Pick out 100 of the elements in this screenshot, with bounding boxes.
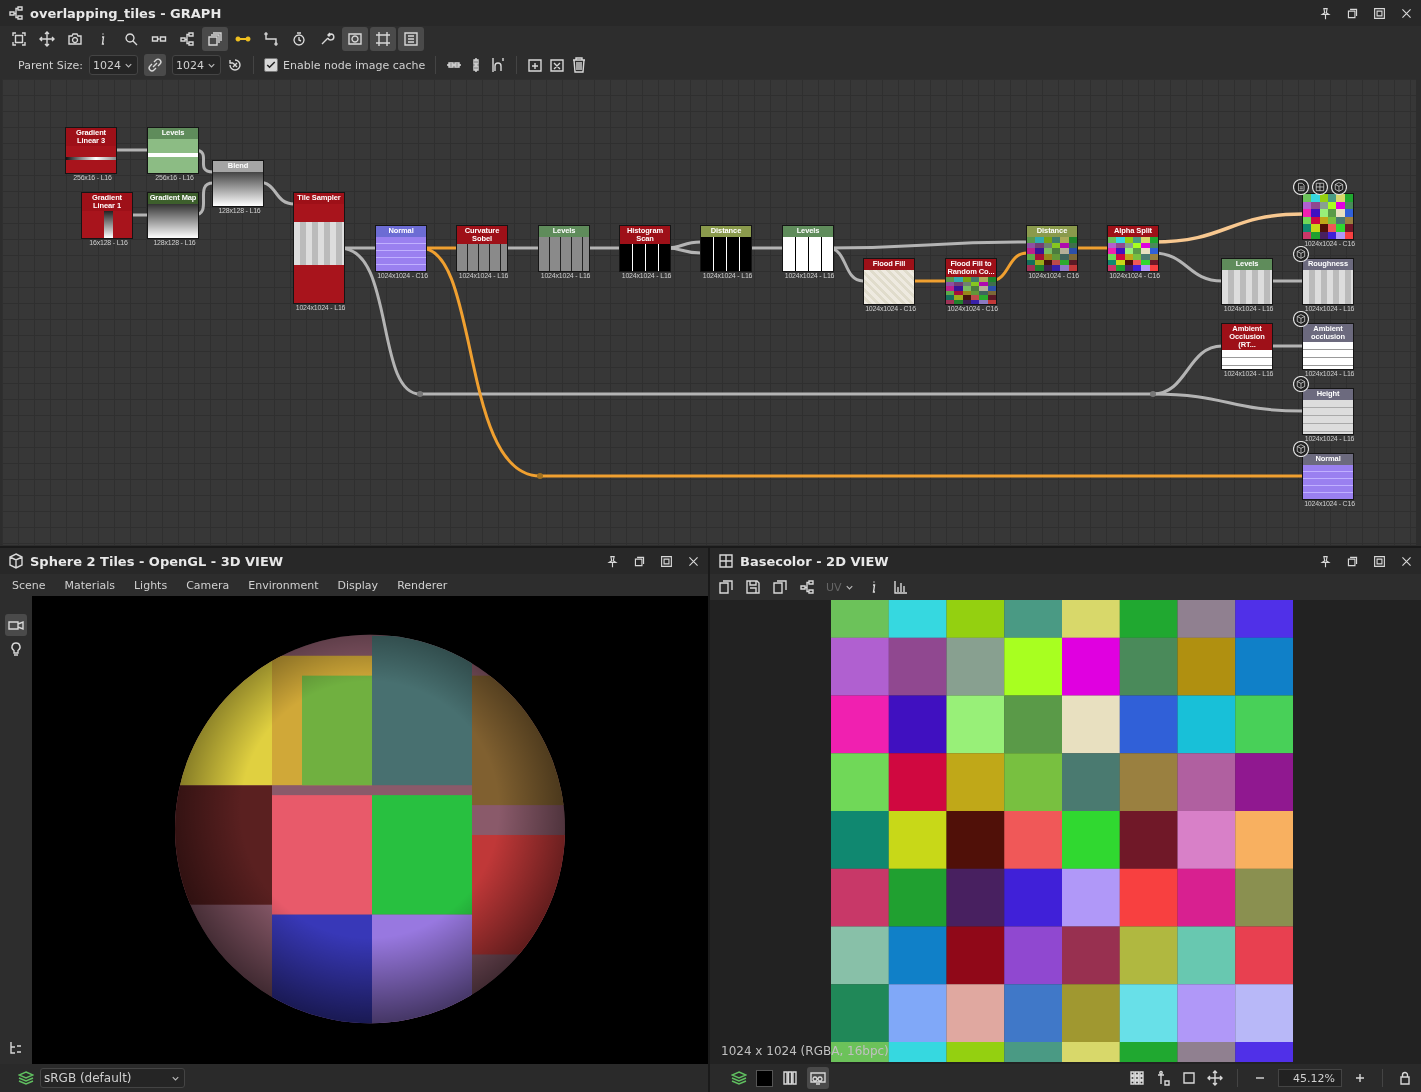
stack-icon [207, 31, 223, 47]
list-tool[interactable] [398, 27, 424, 51]
node-preview [783, 237, 833, 271]
node-preview [376, 237, 426, 271]
menu-item[interactable]: Materials [64, 578, 115, 592]
link-icon [147, 57, 163, 73]
cube-icon[interactable] [1293, 311, 1309, 327]
fit-icon[interactable] [1181, 1070, 1197, 1086]
layers-icon[interactable] [18, 1070, 34, 1086]
pin-icon[interactable] [1319, 6, 1332, 20]
node-preview [148, 204, 198, 238]
cube-icon[interactable] [1293, 376, 1309, 392]
parent-size-label: Parent Size: [18, 58, 83, 72]
menu-item[interactable]: Lights [133, 578, 168, 592]
camera-tool[interactable] [5, 614, 27, 636]
close-icon[interactable] [687, 554, 700, 568]
remove-frame-icon[interactable] [549, 57, 566, 73]
node-preview [1303, 270, 1353, 304]
restore-icon[interactable] [1346, 6, 1359, 20]
graph-icon [8, 5, 24, 21]
preview-tool[interactable] [342, 27, 368, 51]
menu-item[interactable]: Environment [248, 578, 319, 592]
width-dropdown[interactable]: 1024 [89, 55, 138, 75]
restore-icon[interactable] [633, 554, 646, 568]
panel-title: Basecolor - 2D VIEW [740, 553, 889, 569]
tree-icon[interactable] [8, 1040, 24, 1056]
node-preview [1303, 400, 1353, 434]
wire-dot [537, 473, 543, 479]
wire-dot [417, 391, 423, 397]
search-icon [123, 31, 139, 47]
add-frame-icon[interactable] [527, 57, 544, 73]
node-preview [701, 237, 751, 271]
camera-icon [67, 31, 83, 47]
crop-tool[interactable] [370, 27, 396, 51]
node-preview [457, 244, 507, 271]
node-preview [946, 277, 996, 304]
cube-icon[interactable] [1293, 246, 1309, 262]
share-icon[interactable] [799, 579, 815, 595]
pin-icon[interactable] [1319, 554, 1332, 568]
stack-tool[interactable] [202, 27, 228, 51]
cube-icon[interactable] [1293, 441, 1309, 457]
close-icon[interactable] [1400, 6, 1413, 20]
color-space-dropdown[interactable]: sRGB (default) [40, 1068, 185, 1088]
restore-icon[interactable] [1346, 554, 1359, 568]
checker-icon [718, 553, 734, 569]
maximize-icon[interactable] [1373, 554, 1386, 568]
node-preview [1303, 194, 1353, 239]
move-icon[interactable] [1207, 1070, 1223, 1086]
panel-title: Sphere 2 Tiles - OpenGL - 3D VIEW [30, 553, 284, 569]
node-preview [539, 237, 589, 271]
maximize-icon[interactable] [1373, 6, 1386, 20]
lock-icon[interactable] [1397, 1070, 1413, 1086]
checker-icon[interactable] [1312, 179, 1328, 195]
channels-icon [782, 1070, 798, 1086]
timer-icon [291, 31, 307, 47]
node-preview [82, 211, 132, 238]
document-icon[interactable] [1293, 179, 1309, 195]
link-toggle[interactable] [144, 54, 166, 76]
cube-icon [8, 553, 24, 569]
background-swatch[interactable] [756, 1069, 773, 1087]
wrench-icon [319, 31, 335, 47]
height-dropdown[interactable]: 1024 [172, 55, 221, 75]
histogram-icon[interactable] [892, 579, 909, 595]
pin-icon[interactable] [606, 554, 619, 568]
cube-icon[interactable] [1331, 179, 1347, 195]
duplicate-icon[interactable] [772, 579, 788, 595]
snap-icon[interactable] [490, 57, 507, 73]
close-icon[interactable] [1400, 554, 1413, 568]
node-preview [213, 172, 263, 206]
node-preview [1108, 237, 1158, 271]
hierarchy-icon [179, 31, 195, 47]
copy-icon[interactable] [718, 579, 734, 595]
save-icon[interactable] [745, 579, 761, 595]
node-preview [1222, 270, 1272, 304]
panel-title: overlapping_tiles - GRAPH [30, 5, 222, 21]
menu-item[interactable]: Camera [186, 578, 230, 592]
menu-item[interactable]: Renderer [397, 578, 448, 592]
crop-icon [375, 31, 391, 47]
image-cache-checkbox[interactable]: Enable node image cache [264, 58, 426, 72]
maximize-icon[interactable] [660, 554, 673, 568]
node-preview [620, 244, 670, 271]
connector-icon [263, 31, 279, 47]
grid-icon[interactable] [1129, 1070, 1145, 1086]
display-tool[interactable] [807, 1067, 829, 1089]
menu-item[interactable]: Display [337, 578, 379, 592]
list-icon [403, 31, 419, 47]
node-preview [1222, 350, 1272, 369]
move-icon [39, 31, 55, 47]
figure-icon[interactable] [1155, 1070, 1171, 1086]
node-preview [148, 139, 198, 173]
wire-dot [1150, 391, 1156, 397]
node-preview [1303, 342, 1353, 369]
layers-icon [731, 1070, 747, 1086]
frame-icon [11, 31, 27, 47]
light-bulb-icon [8, 641, 24, 657]
zoom-field[interactable]: 45.12% [1278, 1069, 1342, 1087]
menu-item[interactable]: Scene [12, 578, 46, 592]
trash-icon[interactable] [571, 57, 588, 73]
display-icon [810, 1070, 826, 1086]
reset-icon[interactable] [227, 57, 243, 73]
